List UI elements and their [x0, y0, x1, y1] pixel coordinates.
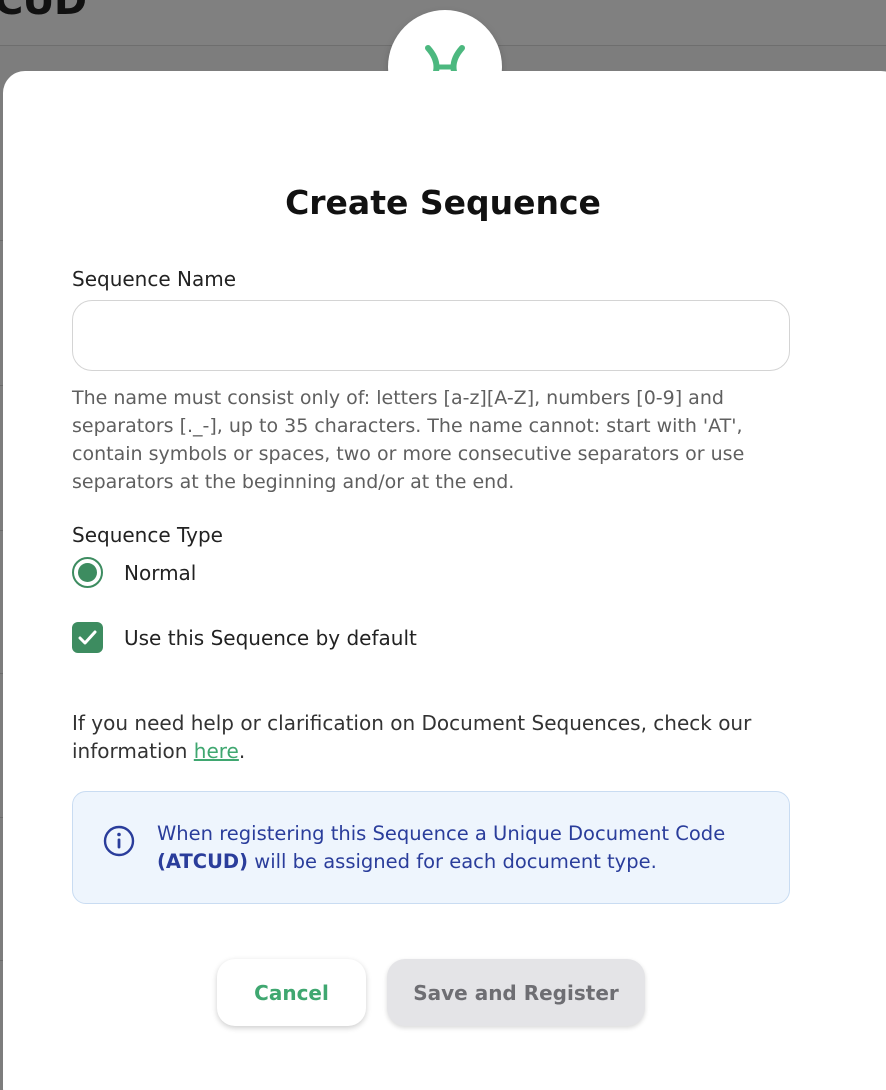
- sequence-name-hint: The name must consist only of: letters […: [72, 387, 745, 493]
- help-link[interactable]: here: [194, 739, 239, 763]
- modal-title: Create Sequence: [285, 183, 601, 222]
- default-sequence-checkbox[interactable]: [72, 622, 103, 653]
- help-text: If you need help or clarification on Doc…: [72, 711, 752, 763]
- atcud-info-text: When registering this Sequence a Unique …: [157, 822, 726, 873]
- info-circle-icon: [103, 825, 135, 857]
- checkmark-icon: [78, 630, 97, 645]
- sequence-name-label: Sequence Name: [72, 267, 237, 291]
- default-sequence-checkbox-row[interactable]: Use this Sequence by default: [72, 622, 417, 653]
- save-and-register-button[interactable]: Save and Register: [387, 959, 645, 1026]
- cancel-button[interactable]: Cancel: [217, 959, 366, 1026]
- default-sequence-label: Use this Sequence by default: [124, 625, 417, 650]
- sequence-name-input[interactable]: [72, 300, 790, 371]
- sequence-type-label: Sequence Type: [72, 523, 223, 547]
- atcud-code: (ATCUD): [157, 850, 249, 873]
- background-logo: CUD: [0, 0, 87, 24]
- radio-option-label: Normal: [124, 560, 197, 585]
- radio-selected-icon[interactable]: [72, 557, 103, 588]
- radio-option-normal[interactable]: Normal: [72, 557, 196, 588]
- atcud-info-box: When registering this Sequence a Unique …: [72, 791, 790, 904]
